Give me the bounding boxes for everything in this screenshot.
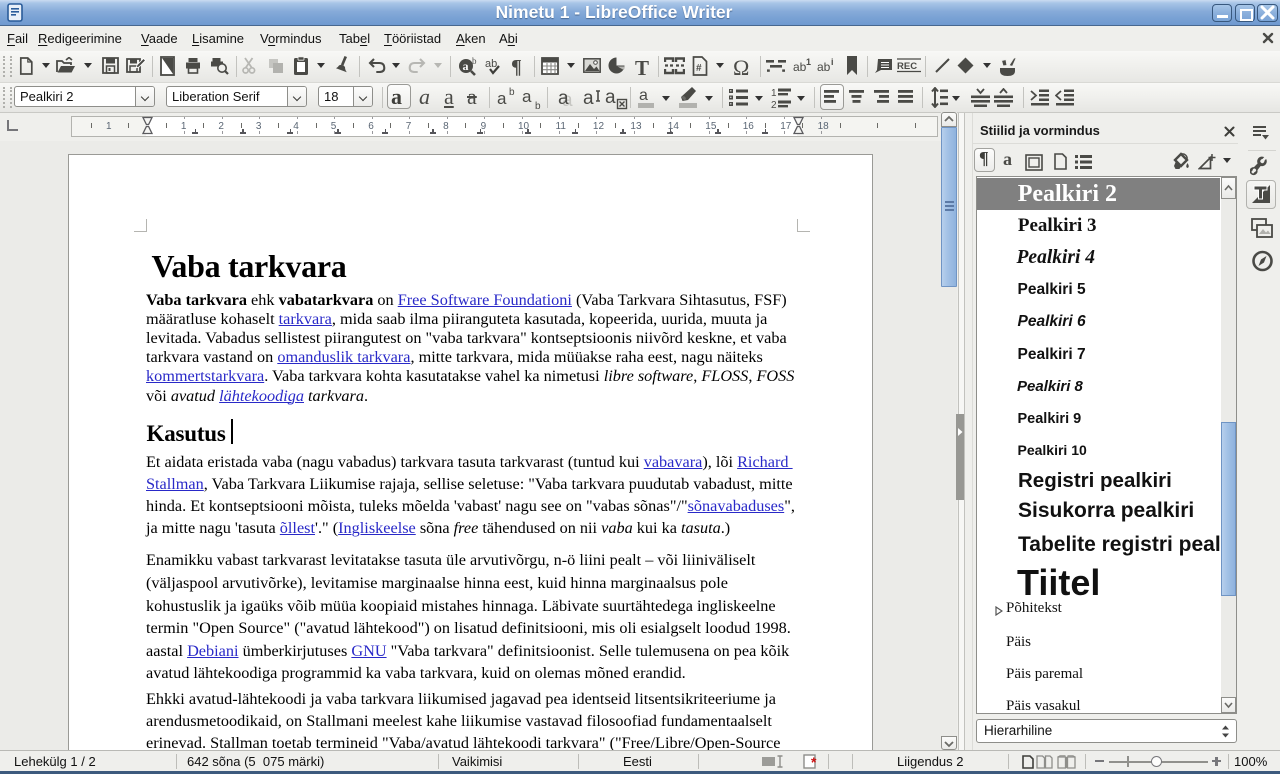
svg-text:b: b: [509, 87, 515, 98]
svg-text:a: a: [583, 88, 594, 109]
svg-text:a: a: [558, 88, 569, 109]
svg-text:ab: ab: [793, 60, 807, 74]
svg-text:a: a: [605, 87, 616, 108]
svg-text:b: b: [472, 57, 477, 66]
svg-text:a: a: [639, 87, 648, 104]
svg-text:1: 1: [806, 58, 811, 67]
svg-text:1: 1: [771, 88, 777, 99]
svg-text:#: #: [696, 63, 702, 74]
svg-text:i: i: [831, 58, 834, 67]
svg-text:a: a: [463, 59, 469, 73]
svg-text:REC: REC: [897, 61, 917, 72]
svg-text:a: a: [522, 87, 532, 106]
svg-text:2: 2: [771, 100, 777, 110]
svg-text:ab: ab: [817, 60, 831, 74]
svg-text:b: b: [535, 101, 541, 112]
svg-text:ab: ab: [485, 58, 497, 70]
svg-text:a: a: [497, 89, 507, 108]
svg-text:*: *: [811, 754, 817, 769]
